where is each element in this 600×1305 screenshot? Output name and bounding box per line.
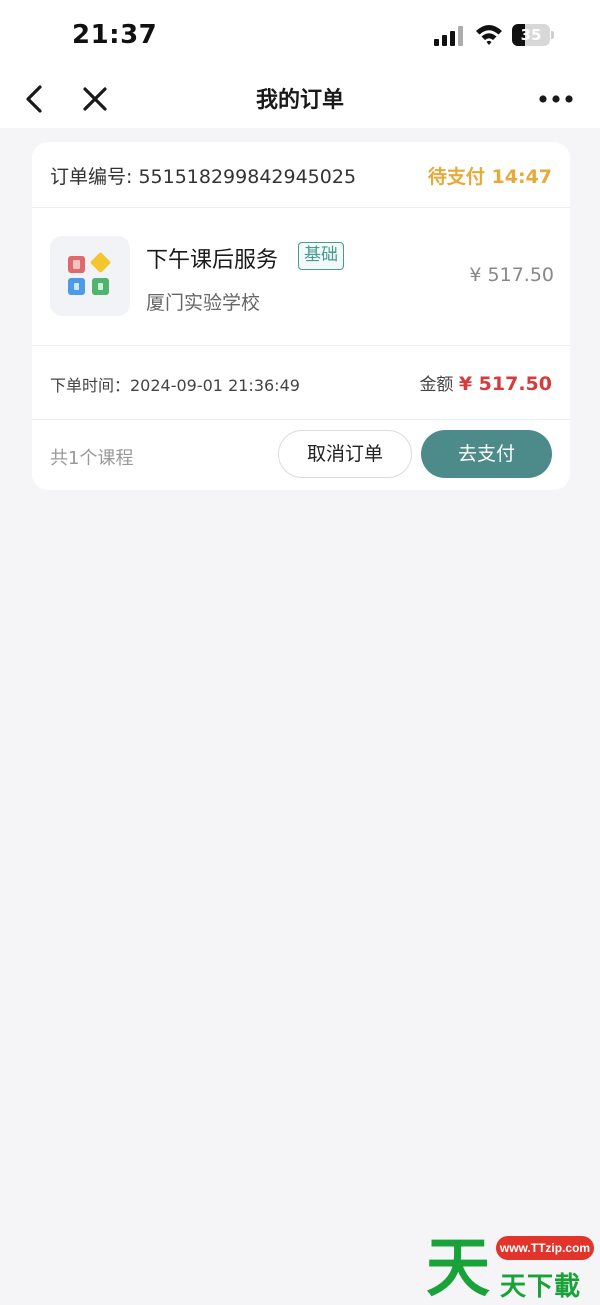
wifi-icon	[476, 25, 502, 45]
course-count: 共1个课程	[50, 448, 134, 469]
school-name: 厦门实验学校	[146, 292, 261, 314]
course-title: 下午课后服务	[146, 248, 279, 273]
course-level-badge: 基础	[298, 242, 344, 270]
order-header: 订单编号: 551518299842945025 待支付 14:47	[32, 142, 570, 208]
back-button[interactable]	[20, 82, 52, 116]
cancel-order-button[interactable]: 取消订单	[278, 430, 412, 478]
order-time: 下单时间：2024-09-01 21:36:49	[50, 376, 300, 395]
watermark-logo: 天	[426, 1232, 490, 1305]
cellular-signal-icon	[434, 26, 464, 46]
order-page: 21:37 35 我的订单 订单编号: 551518299842945025 待…	[0, 0, 600, 1305]
status-bar: 21:37 35	[0, 0, 600, 70]
watermark-text: 天下載	[500, 1272, 582, 1302]
battery-level: 35	[520, 26, 542, 44]
close-button[interactable]	[80, 82, 110, 116]
order-card[interactable]: 订单编号: 551518299842945025 待支付 14:47 下午课后服…	[32, 142, 570, 490]
order-actions: 共1个课程 取消订单 去支付	[32, 420, 570, 490]
svg-text:天: 天	[426, 1232, 490, 1300]
course-price: ¥ 517.50	[469, 264, 554, 286]
order-amount: 金额 ¥ 517.50	[419, 370, 552, 395]
watermark: 天 www.TTzip.com 天下載	[424, 1230, 596, 1305]
course-thumbnail	[50, 236, 130, 316]
watermark-url: www.TTzip.com	[496, 1236, 594, 1260]
amount-value: ¥ 517.50	[458, 373, 552, 395]
nav-bar: 我的订单	[0, 70, 600, 128]
amount-label: 金额	[419, 375, 454, 395]
more-button[interactable]	[536, 88, 576, 110]
battery-icon: 35	[512, 24, 554, 46]
order-status-countdown: 待支付 14:47	[427, 166, 552, 188]
status-time: 21:37	[72, 20, 158, 50]
order-number: 订单编号: 551518299842945025	[50, 166, 357, 188]
course-app-icon	[68, 252, 111, 295]
order-summary: 下单时间：2024-09-01 21:36:49 金额 ¥ 517.50	[32, 346, 570, 420]
course-item[interactable]: 下午课后服务 基础 厦门实验学校 ¥ 517.50	[32, 208, 570, 346]
pay-button[interactable]: 去支付	[421, 430, 552, 478]
